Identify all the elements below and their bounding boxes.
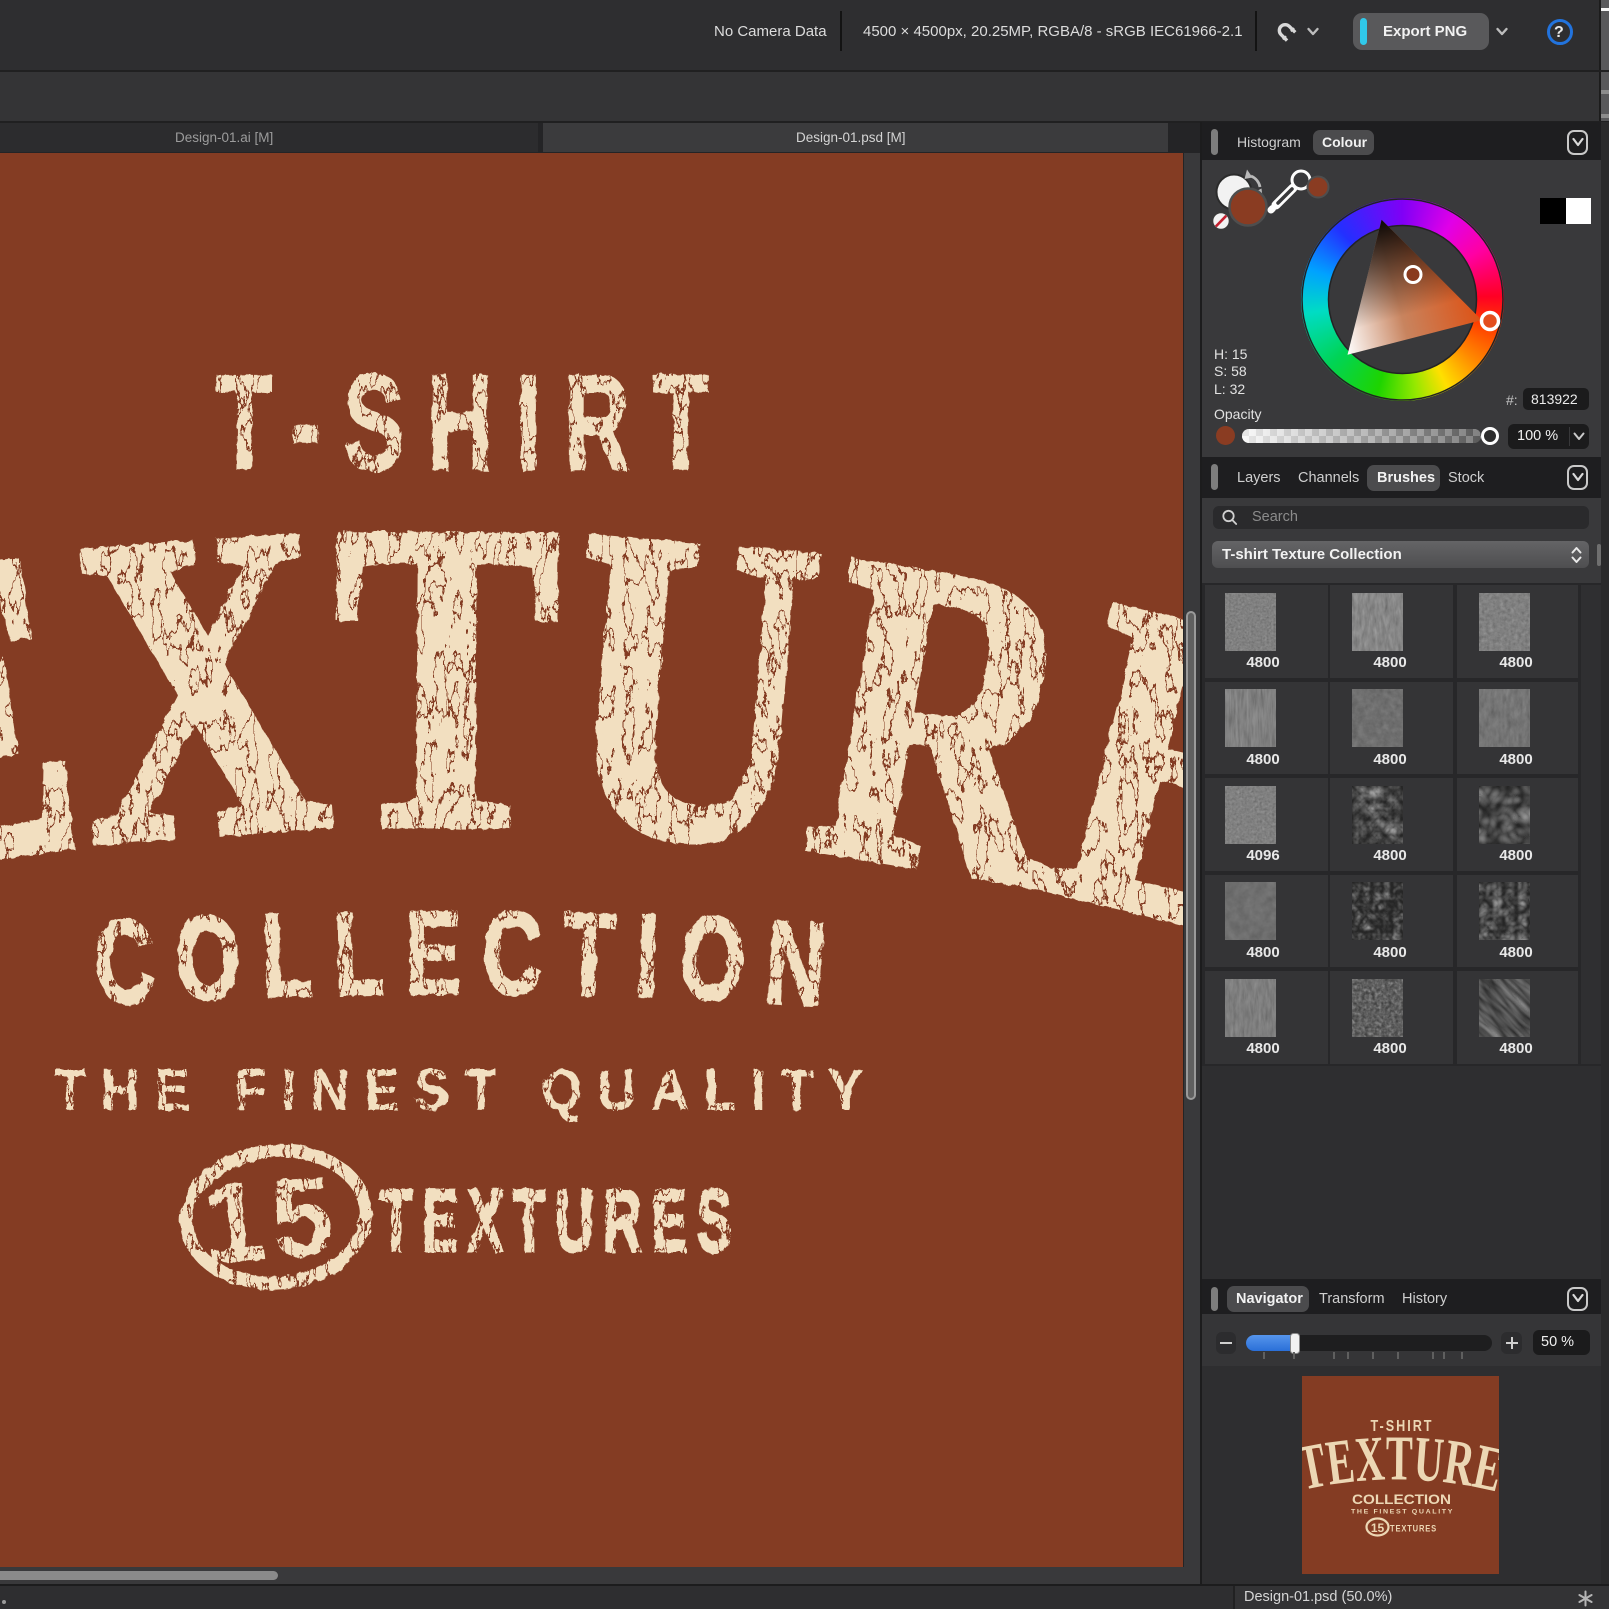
svg-text:15: 15 — [1371, 1521, 1385, 1535]
svg-text:TEXTURES: TEXTURES — [1390, 1524, 1437, 1534]
svg-text:COLLECTION: COLLECTION — [1352, 1491, 1451, 1507]
svg-text:THE FINEST QUALITY: THE FINEST QUALITY — [1351, 1509, 1454, 1516]
svg-text:15: 15 — [199, 1152, 344, 1286]
svg-text:TEXTURES: TEXTURES — [380, 1171, 742, 1270]
svg-text:THE FINEST QUALITY: THE FINEST QUALITY — [54, 1058, 878, 1123]
svg-text:COLLECTION: COLLECTION — [91, 887, 851, 1033]
